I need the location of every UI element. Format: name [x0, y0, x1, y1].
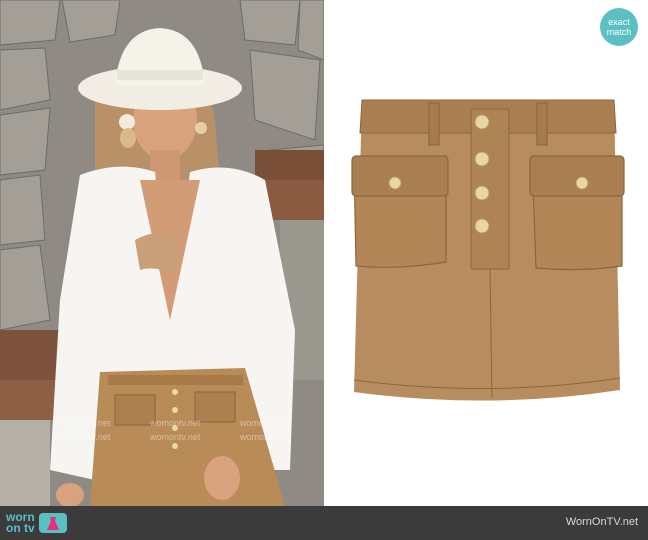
watermark-text: womontv.net [240, 432, 291, 442]
watermark-text: womontv.net [150, 432, 201, 442]
outfit-photo: womontv.net womontv.net womontv.net womo… [0, 0, 324, 506]
watermark-text: womontv.net [60, 418, 111, 428]
exact-match-badge: exact match [600, 8, 638, 46]
skirt-product-drawing [351, 99, 625, 401]
site-url[interactable]: WornOnTV.net [566, 516, 638, 528]
footer-bar: worn on tv WornOnTV.net [0, 506, 648, 540]
site-logo[interactable]: worn on tv [6, 511, 67, 535]
tv-dress-icon [38, 513, 67, 533]
watermark-text: womontv.net [150, 418, 201, 428]
product-photo: exact match [324, 0, 648, 506]
logo-line-2: on tv [6, 521, 35, 535]
watermark-text: womontv.net [60, 432, 111, 442]
logo-wordmark: worn on tv [6, 511, 35, 535]
badge-line-2: match [606, 27, 632, 37]
watermark-text: womontv.net [240, 418, 291, 428]
badge-line-1: exact [608, 17, 630, 27]
outfit-photo-drawing [0, 0, 324, 506]
